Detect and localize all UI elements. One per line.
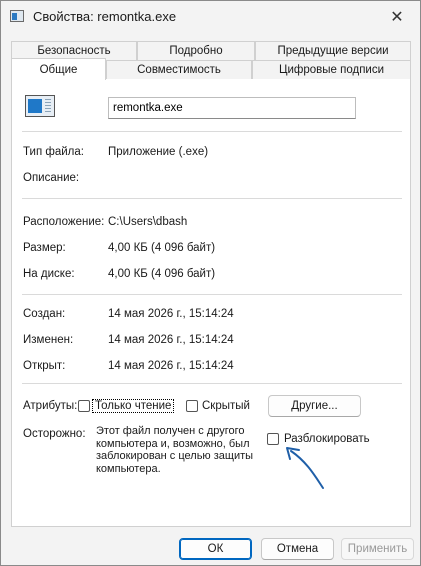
title-bar[interactable]: Свойства: remontka.exe ✕ xyxy=(1,1,420,33)
created-label: Создан: xyxy=(23,308,66,320)
size-on-disk-label: На диске: xyxy=(23,268,75,280)
hidden-checkbox[interactable] xyxy=(186,400,198,412)
apply-button[interactable]: Применить xyxy=(341,538,414,560)
file-type-label: Тип файла: xyxy=(23,146,84,158)
advanced-attributes-button[interactable]: Другие... xyxy=(268,395,361,417)
divider xyxy=(22,383,402,384)
tab-previous-versions[interactable]: Предыдущие версии xyxy=(255,41,411,60)
hidden-label[interactable]: Скрытый xyxy=(202,400,250,412)
security-label: Осторожно: xyxy=(23,428,86,440)
tab-general[interactable]: Общие xyxy=(11,58,106,80)
file-type-value: Приложение (.exe) xyxy=(108,146,209,158)
modified-value: 14 мая 2026 г., 15:14:24 xyxy=(108,334,234,346)
divider xyxy=(22,198,402,199)
description-label: Описание: xyxy=(23,172,80,184)
created-value: 14 мая 2026 г., 15:14:24 xyxy=(108,308,234,320)
tab-compatibility[interactable]: Совместимость xyxy=(106,60,252,79)
window-title: Свойства: remontka.exe xyxy=(33,9,177,24)
app-icon xyxy=(10,10,24,22)
size-value: 4,00 КБ (4 096 байт) xyxy=(108,242,216,254)
tab-details[interactable]: Подробно xyxy=(137,41,255,60)
close-button[interactable]: ✕ xyxy=(374,1,420,33)
attributes-label: Атрибуты: xyxy=(23,400,78,412)
tab-digital-signatures[interactable]: Цифровые подписи xyxy=(252,60,411,79)
ok-button[interactable]: ОК xyxy=(179,538,252,560)
divider xyxy=(22,131,402,132)
properties-window: Свойства: remontka.exe ✕ Безопасность По… xyxy=(0,0,421,566)
size-label: Размер: xyxy=(23,242,66,254)
readonly-label[interactable]: Только чтение xyxy=(92,399,175,413)
accessed-value: 14 мая 2026 г., 15:14:24 xyxy=(108,360,234,372)
accessed-label: Открыт: xyxy=(23,360,66,372)
location-label: Расположение: xyxy=(23,216,105,228)
modified-label: Изменен: xyxy=(23,334,74,346)
general-tab-panel: Тип файла: Приложение (.exe) Описание: Р… xyxy=(11,77,411,527)
readonly-checkbox[interactable] xyxy=(78,400,90,412)
file-name-input[interactable] xyxy=(108,97,356,119)
exe-file-icon xyxy=(25,95,55,117)
cancel-button[interactable]: Отмена xyxy=(261,538,334,560)
security-warning-text: Этот файл получен с другого компьютера и… xyxy=(96,425,254,475)
tab-row-bottom: Общие Совместимость Цифровые подписи xyxy=(11,58,411,80)
size-on-disk-value: 4,00 КБ (4 096 байт) xyxy=(108,268,216,280)
location-value: C:\Users\dbash xyxy=(108,216,188,228)
annotation-arrow xyxy=(286,447,324,489)
divider xyxy=(22,294,402,295)
close-icon: ✕ xyxy=(390,9,404,26)
